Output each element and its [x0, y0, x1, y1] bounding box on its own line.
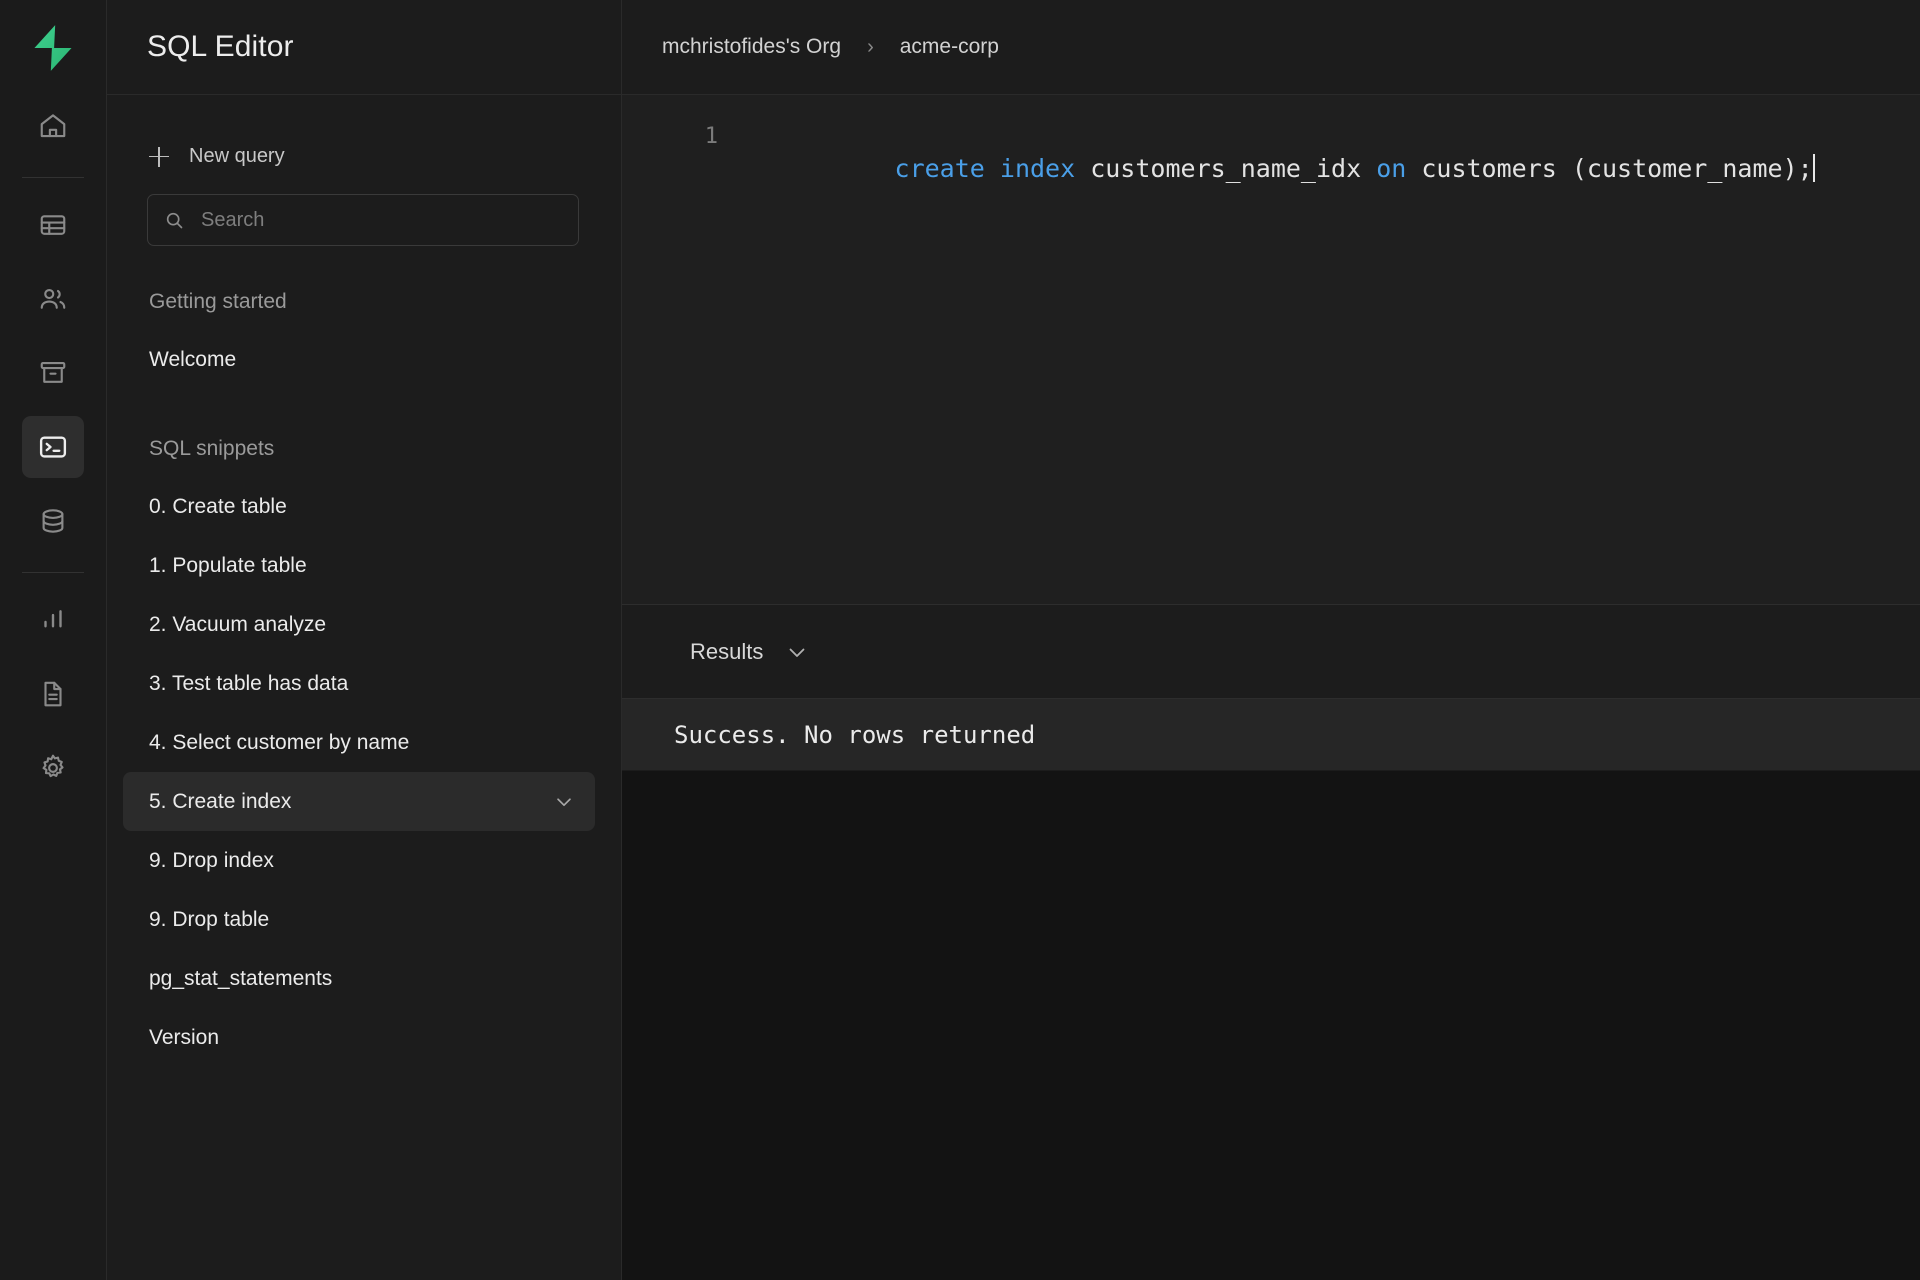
rail-divider-1 [22, 177, 84, 178]
database-icon [42, 509, 64, 533]
home-icon [40, 114, 66, 138]
snippet-label: Version [149, 1025, 220, 1049]
snippet-item-test-table-has-data[interactable]: 3. Test table has data [123, 654, 595, 713]
sql-code-editor[interactable]: 1 create index customers_name_idx on cus… [622, 95, 1920, 605]
search-box[interactable] [147, 194, 579, 246]
gear-icon [42, 754, 64, 778]
sql-token-space [985, 154, 1000, 183]
snippet-item-welcome[interactable]: Welcome [123, 330, 595, 389]
table-icon [40, 215, 66, 235]
nav-settings[interactable] [22, 737, 84, 799]
snippet-item-vacuum-analyze[interactable]: 2. Vacuum analyze [123, 595, 595, 654]
results-header[interactable]: Results [622, 605, 1920, 699]
sql-editor-sidebar: SQL Editor New query Getting started Wel… [107, 0, 622, 1280]
snippet-label: pg_stat_statements [149, 966, 333, 990]
rail-divider-2 [22, 572, 84, 573]
snippet-item-version[interactable]: Version [123, 1008, 595, 1067]
snippet-label: 9. Drop table [149, 907, 270, 931]
main-content: mchristofides's Org › acme-corp 1 create… [622, 0, 1920, 1280]
sidebar-header: SQL Editor [107, 0, 621, 95]
breadcrumb-separator-icon: › [867, 35, 874, 58]
primary-nav-rail [0, 0, 107, 1280]
results-empty-area [622, 771, 1920, 1280]
snippet-label: 4. Select customer by name [149, 730, 410, 754]
snippet-label: 1. Populate table [149, 553, 307, 577]
snippet-item-create-index[interactable]: 5. Create index [123, 772, 595, 831]
text-cursor [1812, 154, 1815, 182]
bar-chart-icon [44, 610, 62, 628]
search-input[interactable] [201, 208, 562, 232]
new-query-label: New query [189, 145, 285, 167]
sql-code-line[interactable]: create index customers_name_idx on custo… [744, 121, 1815, 217]
sql-token-keyword: index [999, 154, 1076, 183]
chevron-down-icon[interactable] [785, 640, 809, 664]
snippet-item-create-table[interactable]: 0. Create table [123, 477, 595, 536]
snippet-label: 3. Test table has data [149, 671, 349, 695]
nav-reports[interactable] [22, 589, 84, 651]
chevron-down-icon[interactable] [553, 791, 575, 813]
nav-home[interactable] [22, 95, 84, 157]
terminal-icon [39, 436, 67, 458]
sql-token-keyword: on [1376, 154, 1407, 183]
users-icon [40, 288, 66, 309]
snippet-item-drop-table[interactable]: 9. Drop table [123, 890, 595, 949]
nav-authentication[interactable] [22, 268, 84, 330]
breadcrumb: mchristofides's Org › acme-corp [622, 0, 1920, 95]
search-icon [166, 212, 183, 228]
snippet-label: 2. Vacuum analyze [149, 612, 327, 636]
snippet-item-drop-index[interactable]: 9. Drop index [123, 831, 595, 890]
section-label-getting-started: Getting started [149, 290, 287, 313]
snippet-item-select-customer-by-name[interactable]: 4. Select customer by name [123, 713, 595, 772]
sql-token-keyword: create [894, 154, 985, 183]
supabase-logo[interactable] [0, 0, 107, 95]
archive-icon [40, 361, 66, 383]
nav-sql-editor[interactable] [22, 416, 84, 478]
results-message: Success. No rows returned [674, 720, 1036, 749]
nav-storage[interactable] [22, 342, 84, 404]
sql-token-identifier: customers (customer_name); [1406, 154, 1813, 183]
snippet-label: 5. Create index [149, 789, 292, 813]
nav-logs[interactable] [22, 663, 84, 725]
sql-editor-app: SQL Editor New query Getting started Wel… [0, 0, 1920, 1280]
breadcrumb-org[interactable]: mchristofides's Org [662, 35, 841, 59]
new-query-button[interactable]: New query [149, 145, 621, 168]
snippet-item-populate-table[interactable]: 1. Populate table [123, 536, 595, 595]
nav-table-editor[interactable] [22, 194, 84, 256]
sql-token-identifier: customers_name_idx [1075, 154, 1377, 183]
document-icon [44, 681, 62, 707]
results-label: Results [690, 638, 764, 664]
page-title: SQL Editor [147, 30, 294, 63]
snippet-item-pg-stat-statements[interactable]: pg_stat_statements [123, 949, 595, 1008]
snippet-label: 9. Drop index [149, 848, 274, 872]
line-number: 1 [704, 124, 718, 149]
results-row: Success. No rows returned [622, 699, 1920, 771]
breadcrumb-project[interactable]: acme-corp [900, 35, 999, 59]
nav-database[interactable] [22, 490, 84, 552]
plus-icon [149, 146, 169, 167]
snippet-list: Getting started Welcome SQL snippets 0. … [107, 280, 621, 1280]
section-label-sql-snippets: SQL snippets [149, 437, 275, 460]
snippet-label: 0. Create table [149, 494, 287, 518]
snippet-label: Welcome [149, 347, 237, 371]
